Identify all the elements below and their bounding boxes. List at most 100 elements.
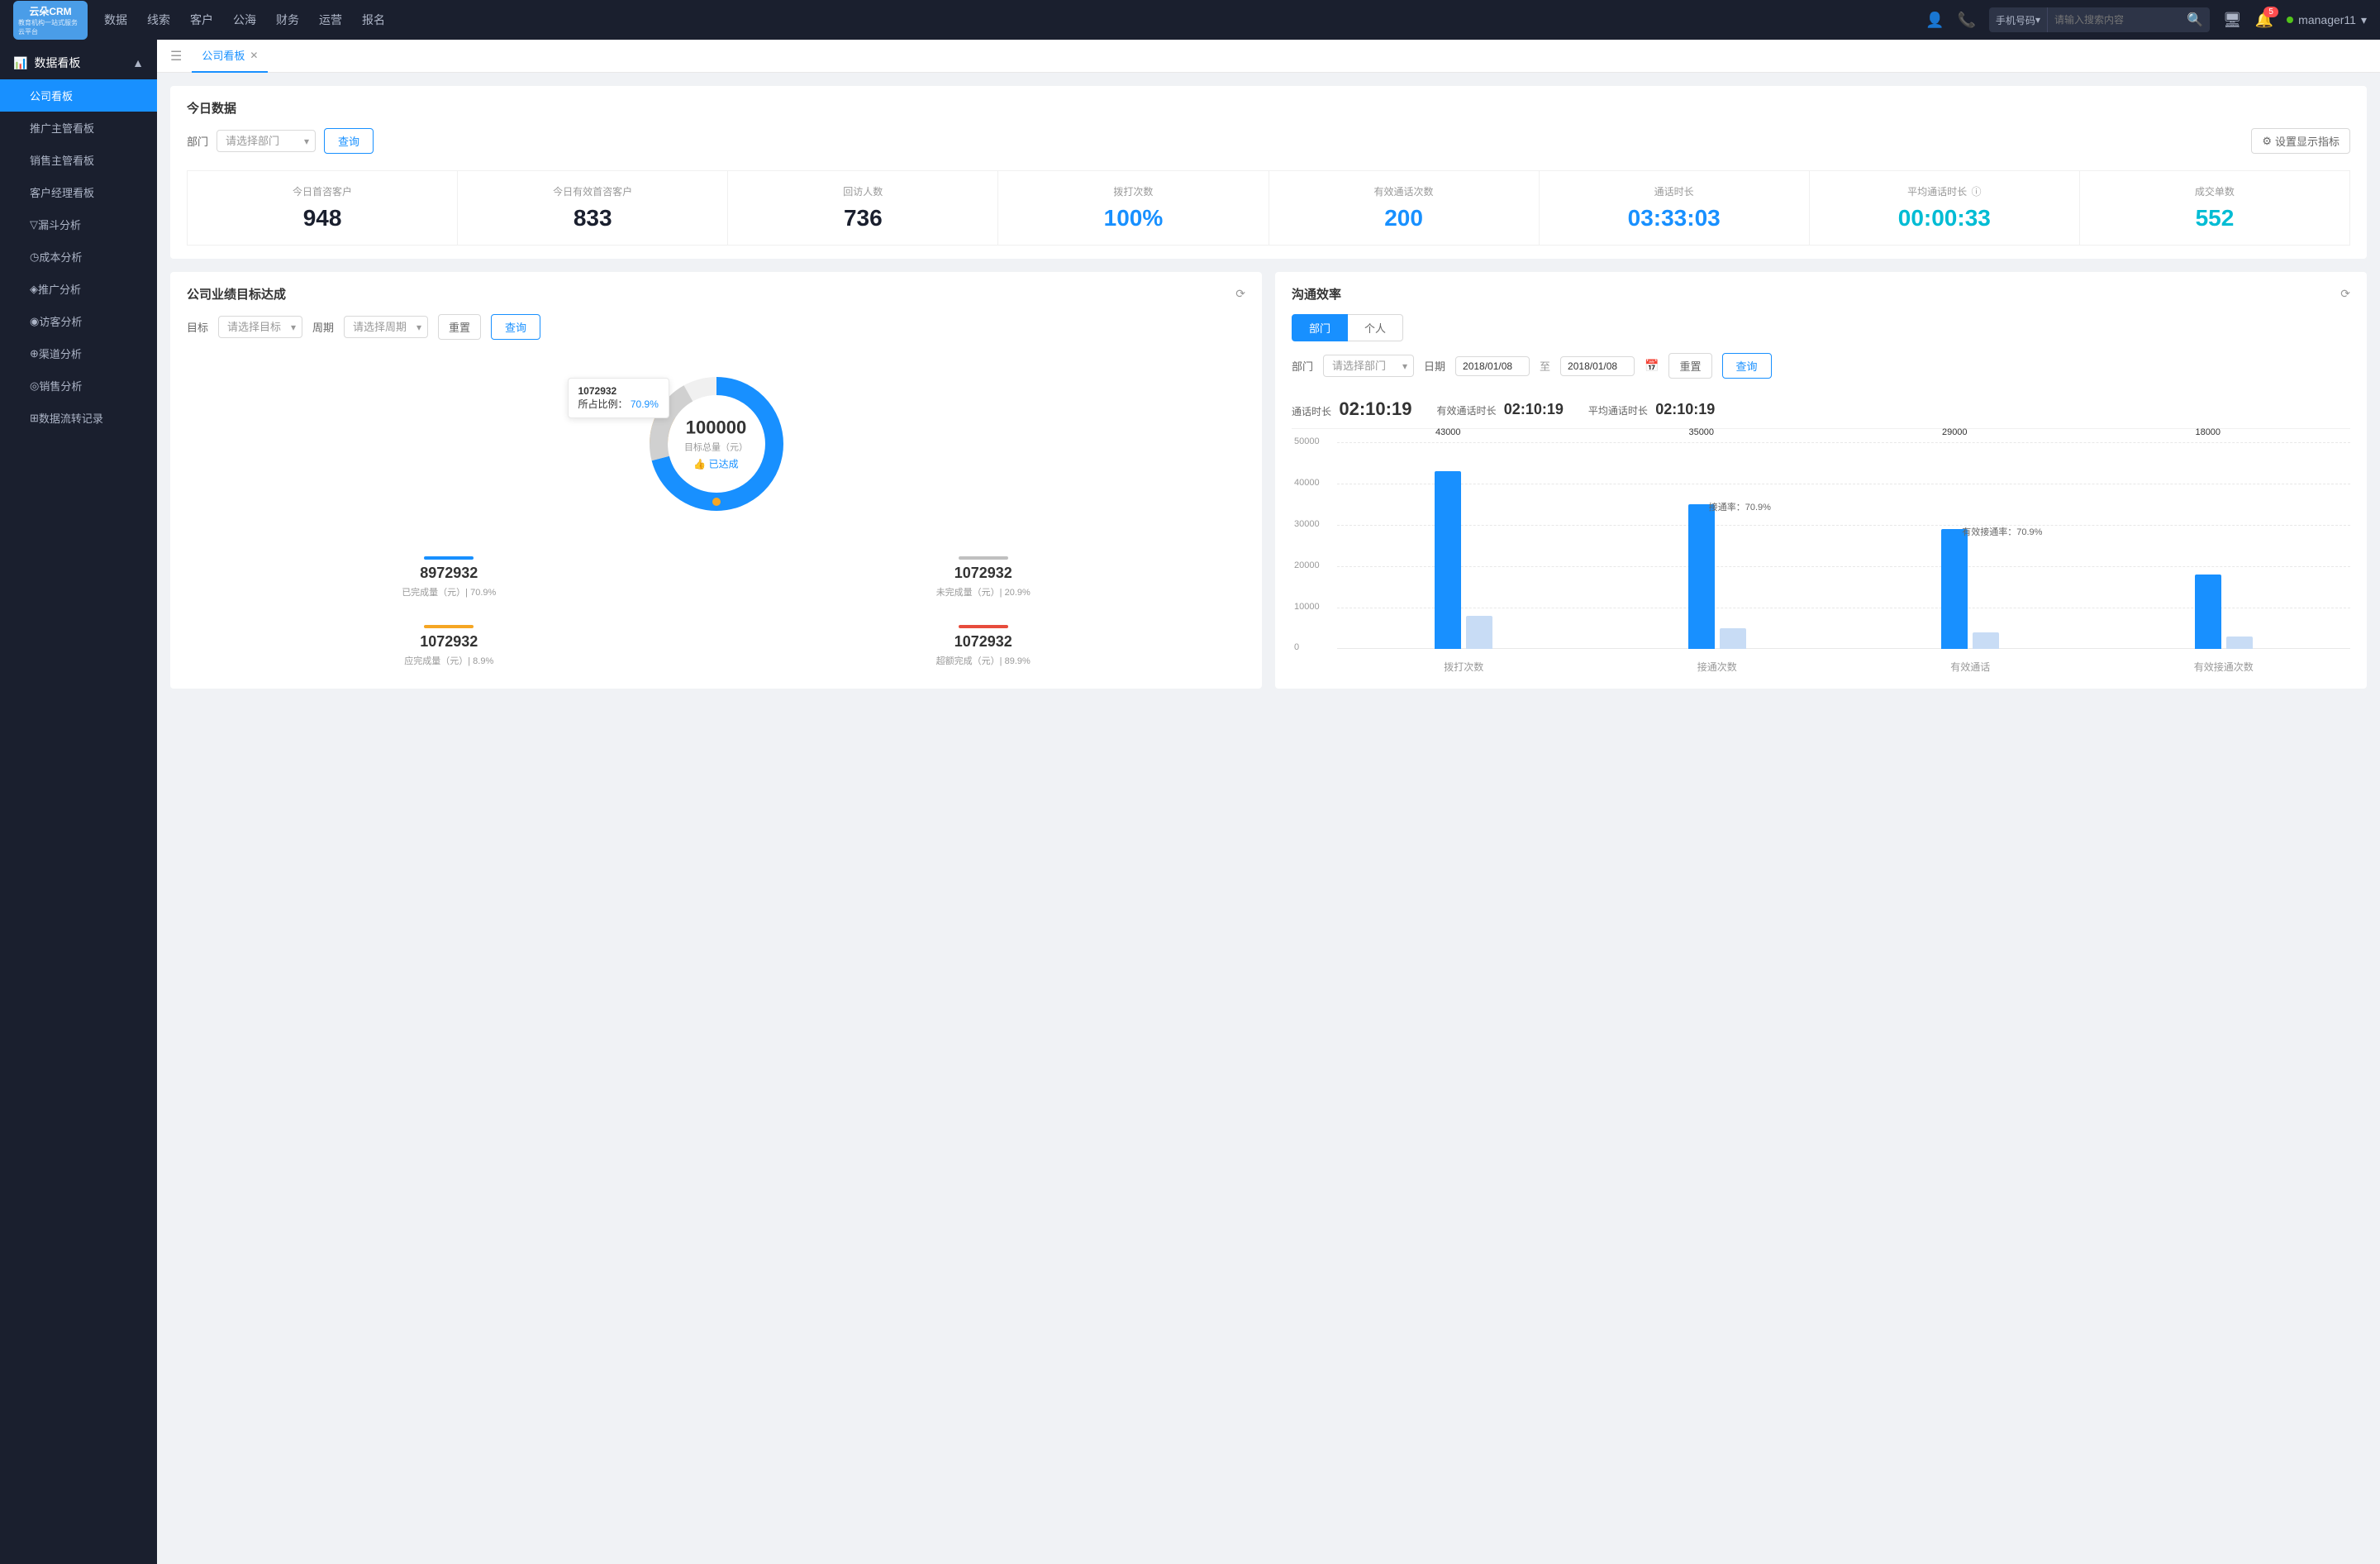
date-separator: 至: [1540, 358, 1550, 374]
y-label-10k: 10000: [1294, 602, 1320, 612]
stat-label: 有效通话次数: [1279, 184, 1529, 198]
search-input[interactable]: [2048, 14, 2180, 26]
bar-group-eff-connect: 18000: [2097, 442, 2351, 649]
effective-duration-val: 02:10:19: [1504, 401, 1564, 417]
monitor-icon[interactable]: 🖥: [2223, 12, 2242, 29]
comm-stats: 通话时长 02:10:19 有效通话时长 02:10:19 平均通话时长 02:…: [1292, 390, 2350, 429]
company-target-title: 公司业绩目标达成: [187, 285, 286, 303]
top-nav: 云朵CRM 教育机构一站式服务云平台 数据 线索 客户 公海 财务 运营 报名 …: [0, 0, 2380, 40]
data-dashboard-icon: 📊: [13, 56, 27, 70]
bar-chart: 50000 40000 30000 20000: [1292, 442, 2350, 674]
nav-leads[interactable]: 线索: [147, 8, 170, 31]
comm-date-from[interactable]: [1455, 356, 1530, 376]
sidebar-item-label: 成本分析: [39, 249, 82, 265]
search-button[interactable]: 🔍: [2180, 12, 2210, 28]
comm-filter-row: 部门 请选择部门 日期 至 📅 重置 查询: [1292, 353, 2350, 379]
stat-avg-duration: 平均通话时长 ⓘ 00:00:33: [1810, 171, 2079, 245]
tab-company-board[interactable]: 公司看板 ✕: [192, 40, 268, 73]
comm-dept-select[interactable]: 请选择部门: [1323, 355, 1414, 377]
stat-dial-count: 拨打次数 100%: [998, 171, 1268, 245]
nav-customers[interactable]: 客户: [190, 8, 213, 31]
stat-value: 200: [1279, 205, 1529, 231]
nav-data[interactable]: 数据: [104, 8, 127, 31]
online-status-dot: [2287, 17, 2293, 23]
sidebar-item-sales-manager[interactable]: 销售主管看板: [0, 144, 157, 176]
tab-close-icon[interactable]: ✕: [250, 50, 258, 61]
comm-date-to[interactable]: [1560, 356, 1635, 376]
stat-bar-incomplete: [959, 556, 1008, 560]
stat-value: 736: [738, 205, 988, 231]
target-stats-grid: 8972932 已完成量（元）| 70.9% 1072932 未完成量（元）| …: [187, 548, 1245, 675]
search-bar: 手机号码 ▾ 🔍: [1989, 7, 2210, 32]
sidebar-item-funnel[interactable]: ▽ 漏斗分析: [0, 208, 157, 241]
target-select-wrapper: 请选择目标: [218, 316, 302, 338]
nav-signup[interactable]: 报名: [362, 8, 385, 31]
calendar-icon[interactable]: 📅: [1645, 359, 1659, 373]
target-select[interactable]: 请选择目标: [218, 316, 302, 338]
stat-bar-should: [424, 625, 474, 628]
settings-display-button[interactable]: ⚙ 设置显示指标: [2251, 128, 2350, 154]
user-icon[interactable]: 👤: [1925, 12, 1944, 29]
bar-connect-main: [1688, 504, 1715, 649]
sidebar-item-label: 推广分析: [38, 281, 81, 297]
sidebar-item-label: 销售主管看板: [30, 152, 94, 168]
nav-public-sea[interactable]: 公海: [233, 8, 256, 31]
sidebar-header-data[interactable]: 📊 数据看板 ▲: [0, 46, 157, 79]
tabs-bar: ☰ 公司看板 ✕: [157, 40, 2380, 73]
sidebar-item-sales[interactable]: ◎ 销售分析: [0, 370, 157, 402]
period-select-wrapper: 请选择周期: [344, 316, 428, 338]
nav-operations[interactable]: 运营: [319, 8, 342, 31]
search-type-selector[interactable]: 手机号码 ▾: [1989, 7, 2048, 32]
tab-toggle-icon[interactable]: ☰: [170, 48, 182, 64]
sidebar-item-channel[interactable]: ⊕ 渠道分析: [0, 337, 157, 370]
page-content: 今日数据 部门 请选择部门 查询 ⚙ 设置显示指标: [157, 73, 2380, 702]
nav-finance[interactable]: 财务: [276, 8, 299, 31]
call-duration-stat: 通话时长 02:10:19: [1292, 398, 1411, 420]
refresh-icon[interactable]: ⟳: [1235, 287, 1245, 301]
sidebar-item-promo[interactable]: ◈ 推广分析: [0, 273, 157, 305]
sidebar-item-label: 数据流转记录: [39, 410, 103, 426]
sidebar-item-account-manager[interactable]: 客户经理看板: [0, 176, 157, 208]
visitor-icon: ◉: [30, 315, 39, 328]
stat-effective-calls: 有效通话次数 200: [1269, 171, 1539, 245]
today-data-card: 今日数据 部门 请选择部门 查询 ⚙ 设置显示指标: [170, 86, 2367, 259]
target-query-button[interactable]: 查询: [491, 314, 540, 340]
stat-revisit: 回访人数 736: [728, 171, 997, 245]
chart-area: 50000 40000 30000 20000: [1292, 442, 2350, 649]
target-reset-button[interactable]: 重置: [438, 314, 481, 340]
bar-label-29k: 29000: [1942, 427, 1968, 437]
comm-reset-button[interactable]: 重置: [1668, 353, 1711, 379]
username: manager11: [2298, 13, 2356, 26]
user-info[interactable]: manager11 ▾: [2287, 13, 2367, 27]
comm-tab-dept[interactable]: 部门: [1292, 314, 1348, 341]
comm-tab-personal[interactable]: 个人: [1348, 314, 1403, 341]
bar-group-eff-connect-bars: 18000: [2097, 442, 2351, 649]
comm-query-button[interactable]: 查询: [1722, 353, 1772, 379]
sidebar-collapse-icon: ▲: [132, 56, 144, 69]
sidebar-item-visitor[interactable]: ◉ 访客分析: [0, 305, 157, 337]
dept-select[interactable]: 请选择部门: [217, 130, 316, 152]
bar-label-43k: 43000: [1435, 427, 1461, 437]
stat-value: 948: [198, 205, 447, 231]
avg-duration-val: 02:10:19: [1655, 401, 1715, 417]
comm-dept-label: 部门: [1292, 358, 1313, 374]
bell-wrapper: 🔔 5: [2255, 12, 2273, 29]
donut-chart-area: 1072932 所占比例： 70.9%: [187, 353, 1245, 535]
sidebar-item-label: 公司看板: [30, 88, 73, 103]
today-query-button[interactable]: 查询: [324, 128, 374, 154]
sidebar-item-promo-manager[interactable]: 推广主管看板: [0, 112, 157, 144]
sidebar-item-cost[interactable]: ◷ 成本分析: [0, 241, 157, 273]
comm-dept-select-wrapper: 请选择部门: [1323, 355, 1414, 377]
sidebar-item-label: 客户经理看板: [30, 184, 94, 200]
period-select[interactable]: 请选择周期: [344, 316, 428, 338]
sidebar-item-data-flow[interactable]: ⊞ 数据流转记录: [0, 402, 157, 434]
sidebar-section-data: 📊 数据看板 ▲ 公司看板 推广主管看板 销售主管看板 客户经理看板 ▽ 漏斗分…: [0, 40, 157, 441]
sidebar-item-company-board[interactable]: 公司看板: [0, 79, 157, 112]
stat-desc: 超额完成（元）| 89.9%: [730, 654, 1238, 667]
bar-group-connect-bars: 35000: [1591, 442, 1844, 649]
donut-chart: 1072932 所占比例： 70.9%: [634, 361, 799, 527]
bar-connect-secondary: [1720, 628, 1746, 649]
comm-refresh-icon[interactable]: ⟳: [2340, 287, 2350, 301]
nav-right: 👤 📞 手机号码 ▾ 🔍 🖥 🔔 5 manager11 ▾: [1925, 7, 2367, 32]
phone-icon[interactable]: 📞: [1958, 12, 1976, 29]
